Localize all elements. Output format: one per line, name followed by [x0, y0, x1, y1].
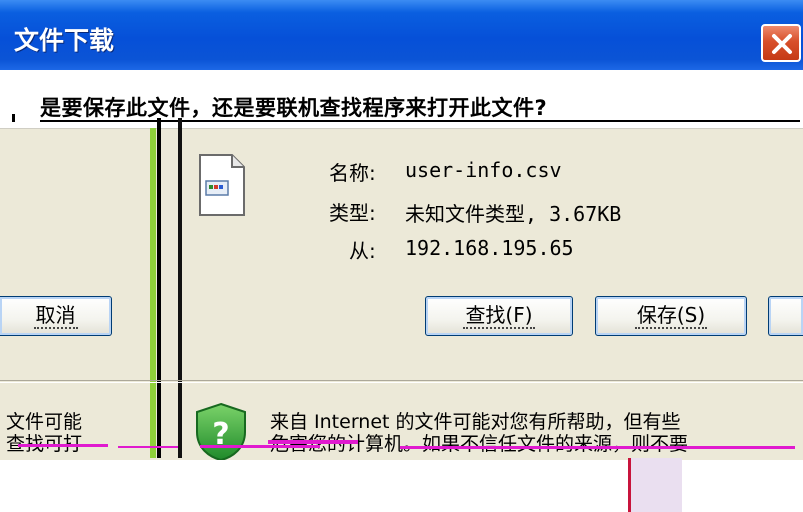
glitch-block: [630, 458, 682, 512]
divider: [0, 380, 803, 381]
file-icon: [199, 154, 245, 216]
save-button-label: 保存(S): [634, 303, 708, 329]
close-icon: [772, 34, 792, 54]
question-text: 是要保存此文件，还是要联机查找程序来打开此文件?: [40, 96, 548, 120]
find-button[interactable]: 查找(F): [425, 296, 573, 336]
name-value: user-info.csv: [405, 158, 562, 182]
divider-highlight: [0, 382, 803, 383]
glitch-row: [0, 436, 803, 456]
title-bar[interactable]: 文件下载: [0, 0, 803, 70]
type-label: 类型:: [329, 201, 376, 225]
find-button-label: 查找(F): [463, 303, 535, 329]
glitch-bar-black: [157, 118, 161, 458]
warning-text-line1: 来自 Internet 的文件可能对您有所帮助，但有些: [270, 411, 681, 433]
name-label: 名称:: [329, 161, 376, 185]
question-underline: [40, 120, 800, 122]
bottom-area: [0, 460, 803, 512]
close-button[interactable]: [761, 24, 801, 62]
from-value: 192.168.195.65: [405, 236, 574, 260]
cancel-button-label: 取消: [33, 303, 78, 329]
glitch-tick: [12, 114, 15, 122]
warning-left-line1: 文件可能: [6, 411, 83, 433]
save-button[interactable]: 保存(S): [595, 296, 747, 336]
glitch-bar-green: [150, 128, 156, 458]
from-label: 从:: [349, 239, 376, 263]
cancel-button[interactable]: 取消: [0, 296, 112, 336]
glitch-line: [628, 458, 631, 512]
dialog-title: 文件下载: [14, 26, 115, 55]
type-value: 未知文件类型, 3.67KB: [405, 202, 622, 226]
glitch-bar-black: [178, 118, 182, 458]
open-button[interactable]: [768, 296, 803, 336]
